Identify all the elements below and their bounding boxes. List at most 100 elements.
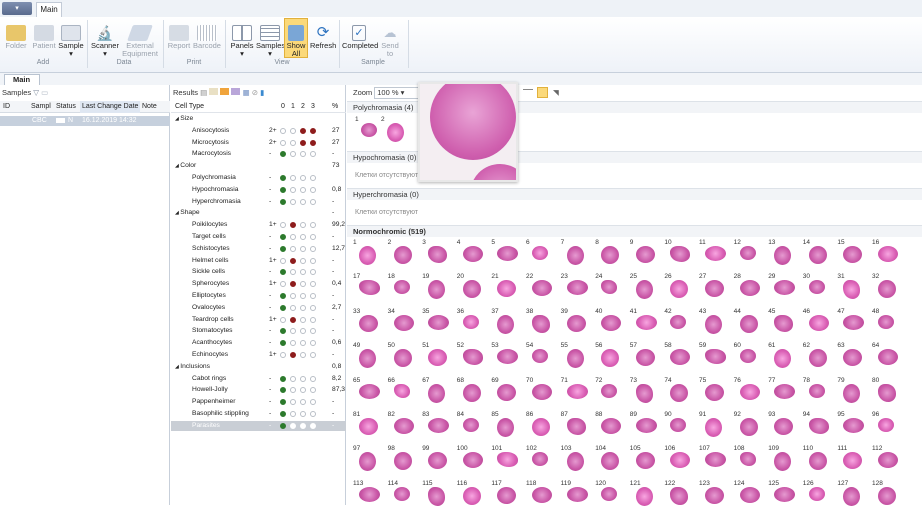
cell-thumbnail[interactable]: 93: [768, 411, 796, 437]
grade-1-radio[interactable]: [290, 257, 296, 264]
grade-3-radio[interactable]: [310, 175, 316, 181]
cell-thumbnail[interactable]: 67: [422, 377, 450, 403]
grade-3-radio[interactable]: [310, 269, 316, 276]
cell-thumbnail[interactable]: 9: [630, 239, 658, 265]
grade-3-radio[interactable]: [310, 198, 316, 205]
cell-thumbnail[interactable]: 29: [768, 273, 796, 299]
cell-thumbnail[interactable]: 52: [457, 342, 485, 368]
cell-thumbnail[interactable]: 28: [734, 273, 762, 299]
cell-thumbnail[interactable]: 55: [561, 342, 589, 369]
grade-2-radio[interactable]: [300, 245, 306, 252]
cell-thumbnail[interactable]: 99: [422, 445, 450, 471]
cell-thumbnail[interactable]: 13: [768, 239, 796, 265]
samples-button[interactable]: Samples ▾: [256, 25, 285, 58]
cell-thumbnail[interactable]: 117: [491, 480, 519, 506]
grade-1-radio[interactable]: [290, 411, 296, 417]
grade-2-radio[interactable]: [300, 304, 306, 311]
grade-1-radio[interactable]: [290, 175, 296, 181]
grade-3-radio[interactable]: [310, 234, 316, 240]
grade-3-radio[interactable]: [310, 387, 316, 394]
grade-1-radio[interactable]: [290, 222, 296, 229]
send-to-button[interactable]: ☁ Send to: [378, 25, 402, 58]
cell-thumbnail[interactable]: 12: [734, 239, 762, 265]
cell-thumbnail[interactable]: 79: [837, 377, 865, 403]
cell-type-row[interactable]: Cabot rings - 8,2: [171, 374, 346, 384]
grade-3-radio[interactable]: [310, 411, 316, 417]
grade-0-radio[interactable]: [280, 198, 286, 205]
cell-thumbnail[interactable]: 46: [803, 308, 831, 334]
column-id[interactable]: ID: [3, 101, 10, 113]
filter-icon[interactable]: ▽: [33, 88, 39, 97]
cell-thumbnail[interactable]: 96: [872, 411, 900, 437]
grade-0-radio[interactable]: [280, 422, 286, 429]
cell-thumbnail[interactable]: 32: [872, 273, 900, 299]
cell-thumbnail[interactable]: 127: [837, 480, 865, 506]
cell-thumbnail[interactable]: 102: [526, 445, 554, 471]
plt-icon[interactable]: [231, 88, 241, 95]
grade-2-radio[interactable]: [300, 175, 306, 181]
cell-thumbnail[interactable]: 110: [803, 445, 831, 471]
hide-icon[interactable]: ⊘: [252, 88, 258, 97]
grade-1-radio[interactable]: [290, 139, 296, 146]
barcode-button[interactable]: Barcode: [193, 25, 221, 50]
cell-thumbnail[interactable]: 107: [699, 445, 727, 471]
cell-thumbnail[interactable]: 44: [734, 308, 762, 334]
cell-thumbnail[interactable]: 111: [837, 445, 865, 471]
grade-0-radio[interactable]: [280, 375, 286, 382]
cell-thumbnail[interactable]: 89: [630, 411, 658, 437]
sample-button[interactable]: Sample ▾: [58, 25, 84, 58]
grade-0-radio[interactable]: [280, 175, 286, 181]
cell-thumbnail[interactable]: 97: [353, 445, 381, 472]
clear-filter-icon[interactable]: ▭: [41, 88, 48, 97]
cell-thumbnail[interactable]: 10: [664, 239, 692, 265]
cell-thumbnail[interactable]: 37: [491, 308, 519, 334]
grade-0-radio[interactable]: [280, 269, 286, 276]
grade-2-radio[interactable]: [300, 151, 306, 158]
grade-1-radio[interactable]: [290, 316, 296, 323]
cell-thumbnail[interactable]: 17: [353, 273, 381, 299]
cell-type-row[interactable]: Ovalocytes - 2,7: [171, 303, 346, 313]
grade-0-radio[interactable]: [280, 234, 286, 240]
cell-thumbnail[interactable]: 81: [353, 411, 381, 437]
cell-thumbnail[interactable]: 6: [526, 239, 554, 265]
cell-thumbnail[interactable]: 108: [734, 445, 762, 471]
cell-type-row[interactable]: Acanthocytes - 0,6: [171, 338, 346, 348]
grade-0-radio[interactable]: [280, 411, 286, 417]
cell-type-row[interactable]: Macrocytosis - -: [171, 149, 346, 159]
cell-thumbnail[interactable]: 35: [422, 308, 450, 334]
grade-2-radio[interactable]: [300, 411, 306, 417]
cell-type-row[interactable]: Schistocytes - 12,7: [171, 244, 346, 254]
grade-3-radio[interactable]: [310, 281, 316, 288]
column-status[interactable]: Status: [56, 101, 76, 113]
cell-thumbnail[interactable]: 128: [872, 480, 900, 506]
cell-thumbnail[interactable]: 1: [353, 239, 381, 265]
grade-2-radio[interactable]: [300, 399, 306, 406]
cell-thumbnail[interactable]: 86: [526, 411, 554, 437]
folder-button[interactable]: Folder: [3, 25, 29, 50]
grade-1-radio[interactable]: [290, 399, 296, 406]
cell-thumbnail[interactable]: 88: [595, 411, 623, 437]
cell-thumbnail[interactable]: 98: [388, 445, 416, 471]
cell-thumbnail[interactable]: 26: [664, 273, 692, 299]
cell-thumbnail[interactable]: 64: [872, 342, 900, 368]
grade-2-radio[interactable]: [300, 293, 306, 299]
cell-thumbnail[interactable]: 101: [491, 445, 519, 471]
grade-1-radio[interactable]: [290, 293, 296, 299]
cell-thumbnail[interactable]: 34: [388, 308, 416, 334]
cell-thumbnail[interactable]: 125: [768, 480, 796, 506]
grid-icon[interactable]: ▦: [243, 88, 250, 97]
cell-thumbnail[interactable]: 14: [803, 239, 831, 265]
cell-type-row[interactable]: Target cells - -: [171, 232, 346, 242]
grade-1-radio[interactable]: [290, 422, 296, 429]
cell-thumbnail[interactable]: 68: [457, 377, 485, 403]
cell-thumbnail[interactable]: 109: [768, 445, 796, 472]
cell-type-row[interactable]: Basophilic stippling - -: [171, 409, 346, 419]
show-all-button[interactable]: Show All: [284, 18, 308, 58]
cell-thumbnail[interactable]: 124: [734, 480, 762, 506]
cell-thumbnail[interactable]: 47: [837, 308, 865, 334]
cell-thumbnail[interactable]: 36: [457, 308, 485, 334]
grade-2-radio[interactable]: [300, 186, 306, 193]
cell-thumbnail[interactable]: 113: [353, 480, 381, 506]
cell-thumbnail[interactable]: 114: [388, 480, 416, 506]
grade-3-radio[interactable]: [310, 139, 316, 146]
